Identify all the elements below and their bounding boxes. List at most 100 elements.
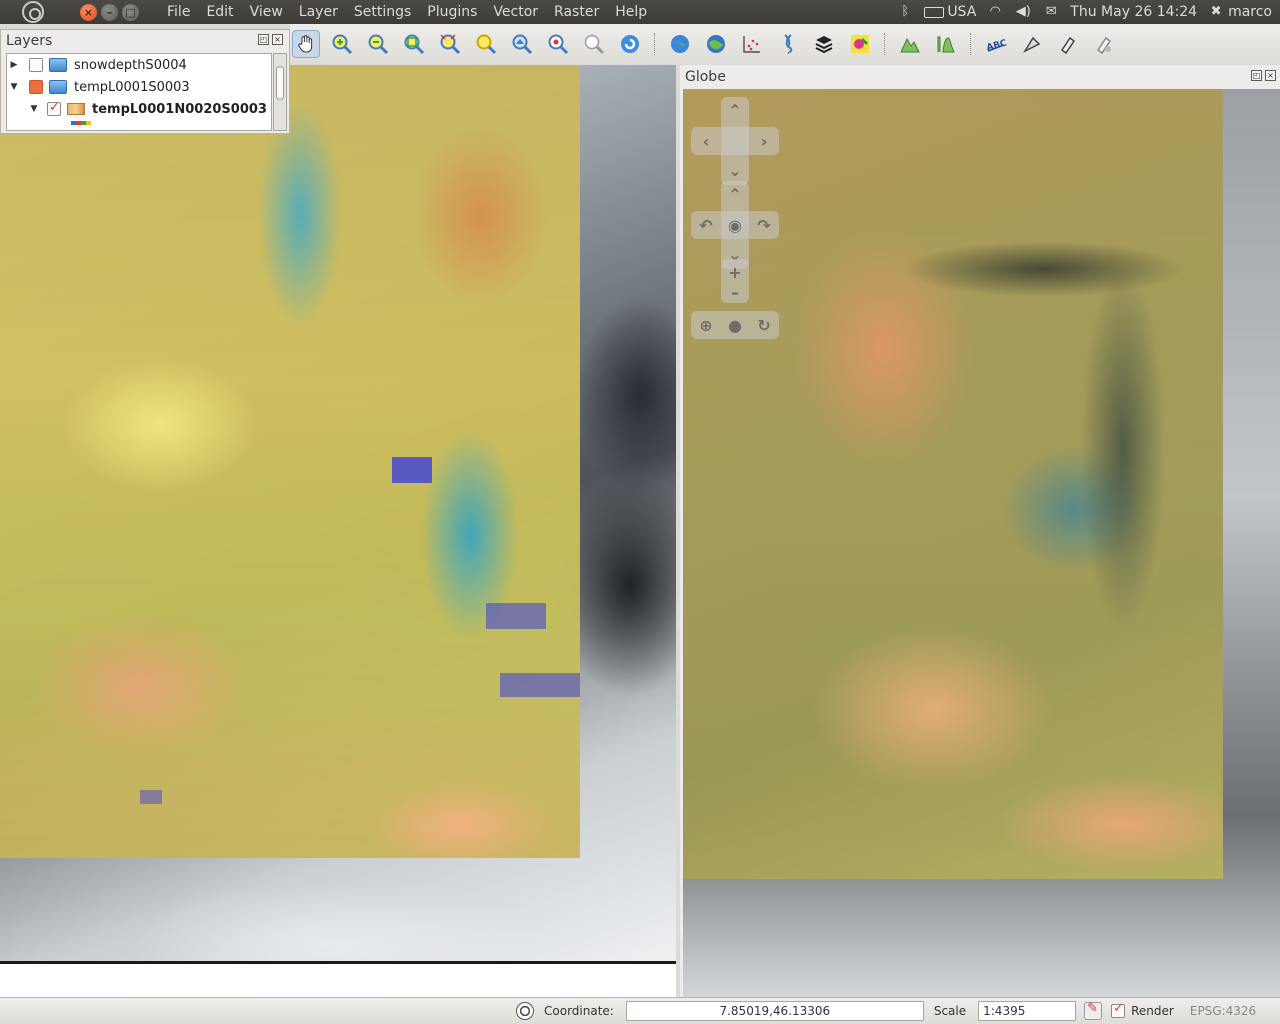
zoom-selection-icon[interactable] [436,30,464,58]
ubuntu-logo-icon[interactable] [22,1,44,23]
coordinate-label: Coordinate: [544,1004,614,1018]
cold-cell [140,790,162,804]
map-canvas-bottom [0,961,676,997]
identify-icon[interactable] [616,30,644,58]
top-panel: × – □ File Edit View Layer Settings Plugins Ve… [0,0,1280,24]
system-tray: ᛒ USA ◠ ◀) ✉ Thu May 26 14:24 ✖ marco [896,0,1280,24]
label-icon[interactable]: ABC [982,30,1010,58]
legend-color-ramp [71,121,91,125]
terrain-icon[interactable] [896,30,924,58]
globe-3d-view[interactable]: ⌃ ‹ › ⌄ ⌃ ↶ ◉ ↷ ⌄ + – ⊕ ● ↻ [683,89,1280,997]
zoom-layer-icon[interactable] [472,30,500,58]
globe-zoom-out-icon[interactable]: – [724,281,746,303]
user-menu[interactable]: ✖ marco [1207,4,1272,20]
globe-sync-icon[interactable]: ● [724,314,746,336]
menu-file[interactable]: File [159,4,198,20]
cold-cell [392,457,432,483]
menu-edit[interactable]: Edit [198,4,241,20]
reset-view-icon[interactable]: ◉ [724,214,746,236]
zoom-full-icon[interactable] [400,30,428,58]
raster-calc-icon[interactable] [846,30,874,58]
collapse-arrow-icon[interactable]: ▼ [7,82,21,92]
close-panel-icon[interactable]: × [1265,70,1276,81]
pin-tool-icon[interactable] [1090,30,1118,58]
keyboard-icon [924,6,945,18]
collapse-arrow-icon[interactable]: ▼ [27,104,41,114]
keyboard-indicator[interactable]: USA [924,4,976,20]
node-tool-icon[interactable] [1018,30,1046,58]
pan-left-icon[interactable]: ‹ [695,130,717,152]
layer-row[interactable]: ▶ snowdepthS0004 [7,54,271,76]
globe-panel: Globe ◰ × ⌃ ‹ › ⌄ ⌃ ↶ ◉ ↷ ⌄ + – ⊕ ● ↻ [680,65,1280,997]
world-icon[interactable] [702,30,730,58]
menu-view[interactable]: View [242,4,291,20]
zoom-out-icon[interactable] [364,30,392,58]
dna-icon[interactable] [774,30,802,58]
scale-label: Scale [933,1004,967,1018]
globe-zoom-control: + – [721,259,749,303]
layer-tree-scrollbar[interactable] [273,53,287,131]
graph-icon[interactable] [738,30,766,58]
globe-extra-controls: ⊕ ● ↻ [691,311,779,339]
keyboard-layout: USA [947,4,977,20]
pan-down-icon[interactable]: ⌄ [724,159,746,181]
rotate-left-icon[interactable]: ↶ [695,214,717,236]
layer-name: snowdepthS0004 [74,57,187,73]
terrain-ridge-shading [783,149,1203,709]
menu-vector[interactable]: Vector [485,4,546,20]
menu-layer[interactable]: Layer [291,4,346,20]
stop-render-icon[interactable]: ✎ [1084,1001,1103,1020]
expand-arrow-icon[interactable]: ▶ [7,60,21,70]
close-window-icon[interactable]: × [80,3,97,21]
float-panel-icon[interactable]: ◰ [258,34,269,45]
scale-field[interactable]: 1:4395 [978,1001,1077,1021]
layer-visibility-checkbox[interactable] [47,100,61,116]
scrollbar-thumb[interactable] [276,66,284,100]
volume-icon[interactable]: ◀) [1014,5,1032,19]
menu-raster[interactable]: Raster [546,4,607,20]
render-label: Render [1131,1004,1174,1018]
maximize-window-icon[interactable]: □ [122,3,139,21]
pan-right-icon[interactable]: › [753,130,775,152]
menu-settings[interactable]: Settings [346,4,419,20]
pan-up-icon[interactable]: ⌃ [724,99,746,121]
close-panel-icon[interactable]: × [272,34,283,45]
clock[interactable]: Thu May 26 14:24 [1070,4,1197,20]
bluetooth-icon[interactable]: ᛒ [896,5,914,19]
coordinate-field[interactable]: 7.85019,46.13306 [625,1001,924,1021]
layer-row[interactable]: ▼ tempL0001N0020S0003 [7,98,271,120]
wifi-icon[interactable]: ◠ [986,5,1004,19]
layers-stack-icon[interactable] [810,30,838,58]
globe-refresh-icon[interactable]: ↻ [753,314,775,336]
crs-status[interactable]: EPSG:4326 [1190,1004,1256,1018]
menu-help[interactable]: Help [607,4,655,20]
temperature-raster-overlay [0,65,580,858]
cold-cell [486,603,546,629]
globe-zoom-in-icon[interactable]: + [724,261,746,283]
globe-icon[interactable] [666,30,694,58]
layer-tree: ▶ snowdepthS0004 ▼ tempL0001S0003 ▼ temp… [6,53,272,131]
coordinate-toggle-icon[interactable] [516,1002,534,1020]
toolbar-separator [884,33,886,55]
float-panel-icon[interactable]: ◰ [1251,70,1262,81]
render-checkbox[interactable]: ✓ [1111,1001,1126,1018]
refresh-icon[interactable] [580,30,608,58]
globe-home-icon[interactable]: ⊕ [695,314,717,336]
zoom-next-icon[interactable] [544,30,572,58]
layer-visibility-checkbox[interactable] [29,80,43,94]
menu-plugins[interactable]: Plugins [419,4,485,20]
minimize-window-icon[interactable]: – [101,3,118,21]
globe-panel-buttons: ◰ × [1251,70,1276,81]
mail-icon[interactable]: ✉ [1042,5,1060,19]
layer-row[interactable]: ▼ tempL0001S0003 [7,76,271,98]
zoom-in-icon[interactable] [328,30,356,58]
pan-map-icon[interactable] [292,30,320,58]
layer-visibility-checkbox[interactable] [29,58,43,72]
pin-icon[interactable] [1054,30,1082,58]
tilt-up-icon[interactable]: ⌃ [724,183,746,205]
rotate-right-icon[interactable]: ↷ [753,214,775,236]
zoom-last-icon[interactable] [508,30,536,58]
profile-icon[interactable] [932,30,960,58]
layer-group-icon [49,80,67,94]
map-canvas[interactable] [0,65,676,961]
